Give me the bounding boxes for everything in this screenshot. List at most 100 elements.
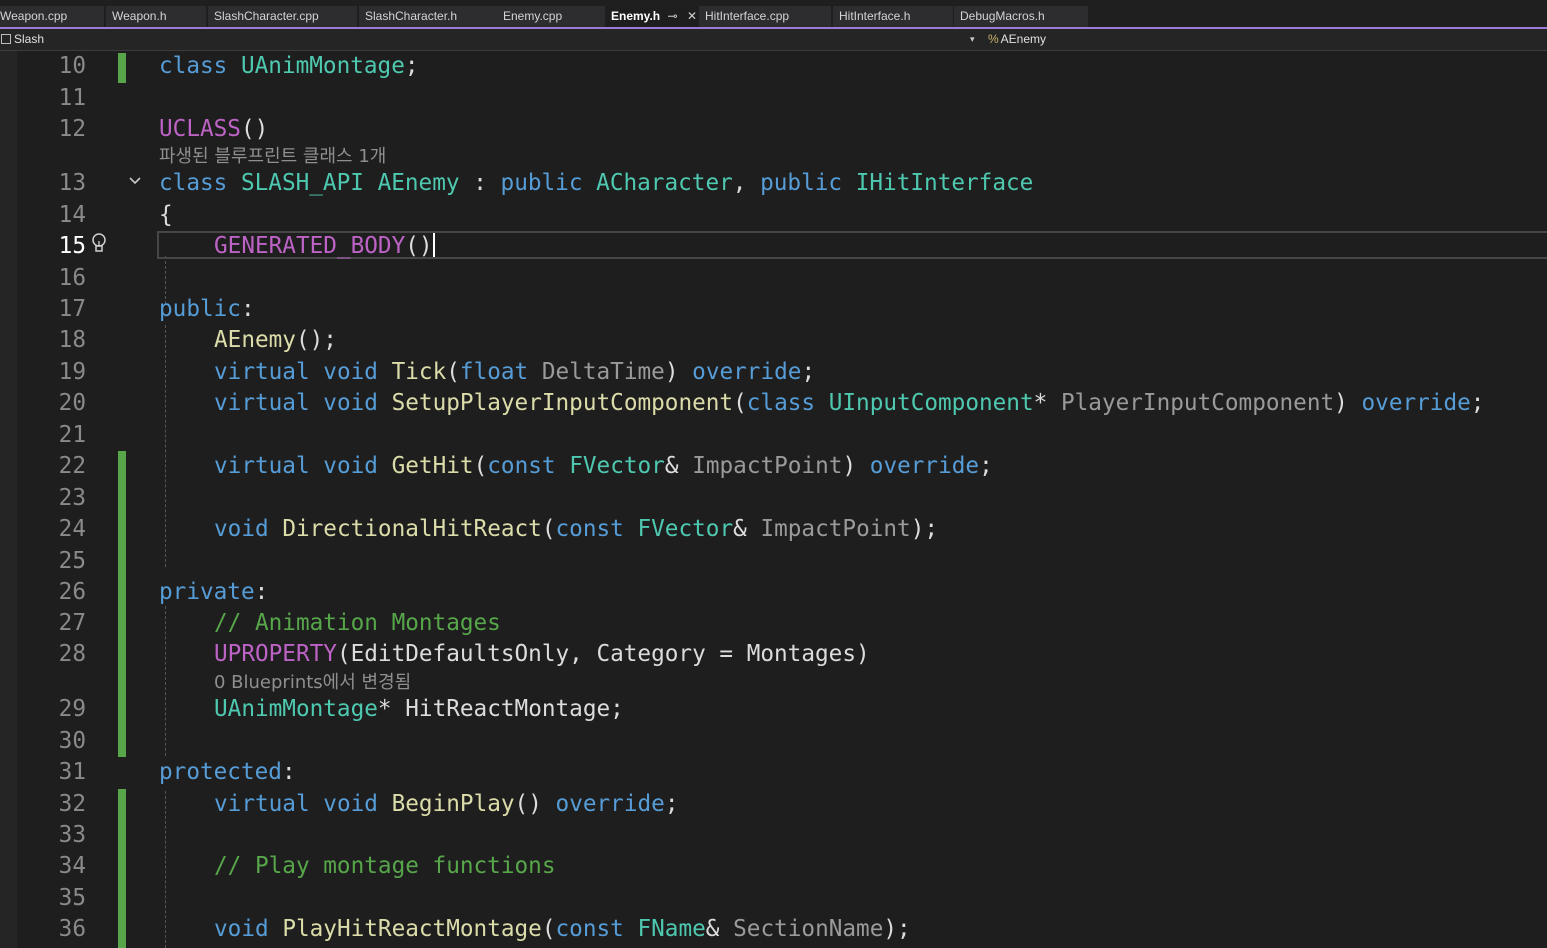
tab-label: DebugMacros.h	[960, 9, 1045, 23]
tab-slashcharacter-cpp[interactable]: SlashCharacter.cpp	[208, 6, 357, 27]
line-code: // Play montage functions	[214, 851, 555, 882]
line-code: AEnemy();	[214, 325, 337, 356]
token: :	[281, 759, 296, 785]
token: )	[842, 453, 857, 479]
token: override	[555, 791, 665, 817]
line-number: 35	[58, 885, 86, 911]
token: GetHit	[391, 453, 474, 479]
token: virtual	[214, 453, 310, 479]
token: SLASH_API	[240, 170, 364, 196]
tab-enemy-cpp[interactable]: Enemy.cpp	[497, 6, 605, 27]
line-number: 10	[58, 53, 86, 79]
code-line: 15 GENERATED_BODY()	[0, 231, 1547, 262]
token: DirectionalHitReact	[282, 516, 542, 542]
token: ImpactPoint	[692, 453, 843, 479]
code-line: 29 UAnimMontage* HitReactMontage;	[0, 694, 1547, 725]
code-line: 12 UCLASS()	[0, 114, 1547, 145]
line-number: 32	[58, 791, 86, 817]
derived-blueprints-hint[interactable]: 파생된 블루프린트 클래스 1개	[159, 142, 386, 168]
tab-label: Weapon.cpp	[0, 9, 68, 23]
tab-weapon-cpp[interactable]: Weapon.cpp	[0, 6, 104, 27]
token: const	[555, 916, 624, 942]
pin-icon[interactable]: ⊸	[668, 9, 678, 23]
code-line: 25	[0, 546, 1547, 577]
token: Tick	[391, 359, 447, 385]
tab-slashcharacter-h[interactable]: SlashCharacter.h	[359, 6, 497, 27]
line-code: void DirectionalHitReact(const FVector& …	[214, 514, 938, 545]
line-number: 34	[58, 853, 86, 879]
token: :	[459, 170, 501, 196]
token: ()	[514, 791, 542, 817]
token: FVector	[637, 516, 734, 542]
token: ;	[1470, 390, 1485, 416]
code-line: 33	[0, 820, 1547, 851]
member-name: AEnemy	[1000, 32, 1047, 46]
token: const	[487, 453, 556, 479]
token: class	[159, 53, 228, 79]
code-line: 32 virtual void BeginPlay() override;	[0, 789, 1547, 820]
code-line: 10 class UAnimMontage;	[0, 51, 1547, 82]
code-line: 26 private:	[0, 577, 1547, 608]
tab-hitinterface-cpp[interactable]: HitInterface.cpp	[699, 6, 831, 27]
line-code: class SLASH_API AEnemy : public ACharact…	[159, 168, 1033, 199]
code-line: 23	[0, 483, 1547, 514]
tab-enemy-h[interactable]: Enemy.h ⊸ ✕	[605, 6, 701, 27]
line-number: 24	[58, 516, 86, 542]
token: void	[323, 359, 378, 385]
code-line: 19 virtual void Tick(float DeltaTime) ov…	[0, 357, 1547, 388]
token: void	[214, 516, 269, 542]
code-line: 34 // Play montage functions	[0, 851, 1547, 882]
member-dropdown[interactable]: % AEnemy	[988, 29, 1046, 49]
token: GENERATED_BODY	[214, 233, 406, 259]
tab-label: Enemy.cpp	[503, 9, 563, 23]
token: );	[910, 516, 939, 542]
tab-label: Enemy.h	[611, 9, 661, 23]
line-number: 31	[58, 759, 86, 785]
token: ;	[979, 453, 993, 479]
token: ;	[404, 53, 419, 79]
chevron-down-icon[interactable]: ▾	[970, 29, 975, 49]
tab-label: HitInterface.h	[839, 9, 911, 23]
line-number: 27	[58, 610, 86, 636]
token: void	[323, 453, 378, 479]
project-icon	[1, 34, 11, 44]
token: void	[214, 916, 269, 942]
close-icon[interactable]: ✕	[687, 9, 697, 23]
line-number: 36	[58, 916, 86, 942]
token: ;	[664, 791, 679, 817]
token: ,	[732, 170, 761, 196]
token: UCLASS	[159, 116, 241, 142]
line-code: {	[159, 200, 173, 231]
code-editor[interactable]: 10 class UAnimMontage; 11 12 UCLASS() 파생…	[0, 51, 1547, 948]
class-member-icon: %	[988, 32, 999, 46]
tab-weapon-h[interactable]: Weapon.h	[106, 6, 206, 27]
line-code: public:	[159, 294, 255, 325]
line-number: 13	[58, 170, 86, 196]
token: public	[159, 296, 241, 322]
token: *	[377, 696, 392, 722]
line-code: virtual void SetupPlayerInputComponent(c…	[214, 388, 1484, 419]
line-code: GENERATED_BODY()	[214, 231, 435, 262]
token: public	[500, 170, 583, 196]
tab-debugmacros-h[interactable]: DebugMacros.h	[954, 6, 1088, 27]
code-line: 20 virtual void SetupPlayerInputComponen…	[0, 388, 1547, 419]
line-code: UAnimMontage* HitReactMontage;	[214, 694, 624, 725]
token: BeginPlay	[391, 791, 515, 817]
code-line: 27 // Animation Montages	[0, 608, 1547, 639]
project-dropdown[interactable]: Slash	[0, 29, 44, 49]
tab-hitinterface-h[interactable]: HitInterface.h	[833, 6, 953, 27]
line-number: 17	[58, 296, 86, 322]
line-number: 14	[58, 202, 86, 228]
line-code: // Animation Montages	[214, 608, 501, 639]
line-number: 21	[58, 422, 86, 448]
token: class	[159, 170, 228, 196]
line-number: 33	[58, 822, 86, 848]
token: private	[159, 579, 255, 605]
token: *	[1033, 390, 1048, 416]
line-number: 12	[58, 116, 86, 142]
token: (	[733, 390, 747, 416]
blueprint-changes-hint[interactable]: 0 Blueprints에서 변경됨	[214, 668, 411, 694]
token: AEnemy	[214, 327, 296, 353]
token: virtual	[214, 791, 310, 817]
token: IHitInterface	[855, 170, 1034, 196]
